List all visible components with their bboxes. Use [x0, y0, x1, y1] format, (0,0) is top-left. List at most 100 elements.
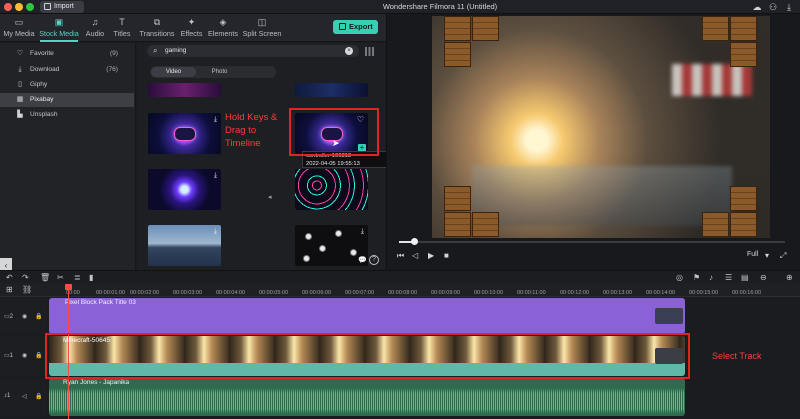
redo-icon[interactable]: ↷: [22, 273, 29, 282]
sidebar-item-download[interactable]: ⤓ Download (76): [0, 63, 134, 77]
export-button[interactable]: Export: [333, 20, 378, 34]
mixer-icon[interactable]: ☰: [725, 273, 732, 282]
sidebar-item-favorite[interactable]: ♡ Favorite (9): [0, 47, 134, 61]
titles-icon: T: [119, 17, 125, 27]
import-icon: [44, 3, 51, 10]
sidebar-item-pixabay[interactable]: ▦ Pixabay: [0, 93, 134, 107]
title-block: [472, 16, 499, 41]
sidebar-item-label: Giphy: [30, 81, 48, 88]
media-toolbar: ▭ My Media ▣ Stock Media ♫ Audio T Title…: [0, 14, 386, 42]
track-number: ▭1: [4, 353, 14, 359]
download-icon[interactable]: ⤓: [214, 228, 217, 236]
track-number-value: 1: [9, 353, 14, 359]
progress-handle[interactable]: [411, 238, 419, 245]
tab-audio[interactable]: ♫ Audio: [83, 16, 107, 40]
audio-clip[interactable]: Ryan Jones - Japanika: [49, 378, 685, 416]
fullscreen-icon[interactable]: ⤢: [780, 251, 786, 261]
adjust-icon[interactable]: ≣: [74, 273, 81, 282]
delete-icon[interactable]: 🗑: [40, 273, 50, 282]
title-clip[interactable]: Pixel Block Pack Title 03: [49, 298, 685, 334]
marker-icon[interactable]: ⚑: [693, 273, 700, 282]
help-icon[interactable]: ?: [369, 255, 379, 265]
link-icon[interactable]: ⛓: [22, 285, 32, 294]
sidebar-item-giphy[interactable]: ▯ Giphy: [0, 78, 134, 92]
eye-icon[interactable]: ◉: [22, 352, 27, 359]
snap-icon[interactable]: ▤: [741, 273, 749, 282]
tab-split-screen[interactable]: ◫ Split Screen: [242, 16, 282, 40]
lock-icon[interactable]: 🔒: [35, 313, 42, 320]
stop-icon[interactable]: ■: [444, 251, 449, 260]
tab-label: Transitions: [139, 29, 175, 38]
tab-titles[interactable]: T Titles: [110, 16, 134, 40]
download-icon[interactable]: ⤓: [361, 228, 364, 236]
media-thumbnail[interactable]: [295, 169, 368, 210]
lock-icon[interactable]: 🔒: [35, 352, 42, 359]
ruler-tick: 00:00:14:00: [646, 290, 676, 296]
tab-stock-media[interactable]: ▣ Stock Media: [38, 16, 80, 42]
chat-icon[interactable]: 💬: [358, 256, 367, 264]
annotation-select-text: Select Track: [712, 351, 762, 361]
download-icon[interactable]: ⤓: [214, 116, 217, 124]
ruler-tick: 00:00:08:00: [388, 290, 418, 296]
timeline-ruler[interactable]: ⊞ ⛓ 00:00 00:00:01:00 00:00:02:00 00:00:…: [0, 283, 800, 297]
clip-label: Ryan Jones - Japanika: [63, 379, 130, 386]
tab-video[interactable]: Video: [151, 67, 196, 77]
eye-icon[interactable]: ◉: [22, 313, 27, 320]
zoom-out-icon[interactable]: ⊖: [760, 273, 767, 282]
account-icon[interactable]: ⚇: [768, 2, 778, 12]
snapshot-icon[interactable]: ▾: [765, 251, 769, 260]
cut-icon[interactable]: ✂: [57, 273, 64, 282]
step-back-icon[interactable]: ◁: [412, 251, 418, 260]
media-thumbnail[interactable]: ⤓: [148, 225, 221, 266]
tab-my-media[interactable]: ▭ My Media: [3, 16, 35, 40]
track-number: ♪1: [4, 393, 11, 399]
undo-icon[interactable]: ↶: [6, 273, 13, 282]
heart-icon: ♡: [16, 50, 24, 57]
add-track-icon[interactable]: ⊞: [6, 285, 13, 294]
title-bar: Import Wondershare Filmora 11 (Untitled)…: [0, 0, 800, 14]
download-icon[interactable]: ⤓: [214, 172, 217, 180]
quality-select[interactable]: Full: [747, 251, 758, 258]
media-thumbnail[interactable]: [148, 83, 221, 97]
mic-icon[interactable]: ♪: [709, 273, 713, 282]
media-thumbnail[interactable]: ⤓: [148, 169, 221, 210]
speaker-icon[interactable]: ◁: [22, 393, 27, 400]
play-icon[interactable]: ▶: [428, 251, 434, 260]
media-thumbnail[interactable]: ⤓: [148, 113, 221, 154]
lock-icon[interactable]: 🔒: [35, 393, 42, 400]
search-input[interactable]: ⌕ gaming ×: [147, 45, 359, 57]
grid-view-icon[interactable]: [365, 47, 374, 56]
tab-effects[interactable]: ✦ Effects: [179, 16, 204, 40]
scene-tree: [672, 64, 752, 96]
track-number-value: 2: [9, 314, 14, 320]
zoom-in-icon[interactable]: ⊕: [786, 273, 793, 282]
tab-photo[interactable]: Photo: [197, 67, 242, 77]
clear-search-icon[interactable]: ×: [345, 47, 353, 55]
import-button[interactable]: Import: [40, 1, 84, 13]
close-window-button[interactable]: [4, 3, 12, 11]
download-icon[interactable]: ⤓: [784, 2, 794, 12]
title-block: [472, 212, 499, 237]
render-icon[interactable]: ◎: [676, 273, 683, 282]
tab-elements[interactable]: ◈ Elements: [207, 16, 239, 40]
tab-transitions[interactable]: ⧉ Transitions: [137, 16, 177, 40]
maximize-window-button[interactable]: [26, 3, 34, 11]
ruler-tick: 00:00:15:00: [689, 290, 719, 296]
prev-frame-icon[interactable]: ⏮: [397, 251, 404, 261]
collapse-sidebar-icon[interactable]: ◂: [268, 193, 272, 201]
minimize-window-button[interactable]: [15, 3, 23, 11]
cloud-icon[interactable]: ☁: [752, 2, 762, 12]
ruler-tick: 00:00:09:00: [431, 290, 461, 296]
title-block: [702, 212, 729, 237]
playback-progress[interactable]: [399, 238, 785, 245]
media-thumbnail[interactable]: [295, 83, 368, 97]
annotation-box-track: [45, 333, 690, 379]
ruler-tick: 00:00:16:00: [732, 290, 762, 296]
media-browser: ⌕ gaming × Video Photo ⤓ ♡ + ➤ controlle…: [137, 43, 392, 270]
clip-end-thumbnail: [655, 308, 683, 324]
audio-waveform: [49, 388, 685, 414]
tab-label: Stock Media: [39, 29, 79, 38]
ruler-tick: 00:00:04:00: [216, 290, 246, 296]
audio-meter-icon[interactable]: ▮: [89, 273, 93, 282]
sidebar-item-unsplash[interactable]: ▙ Unsplash: [0, 108, 134, 122]
